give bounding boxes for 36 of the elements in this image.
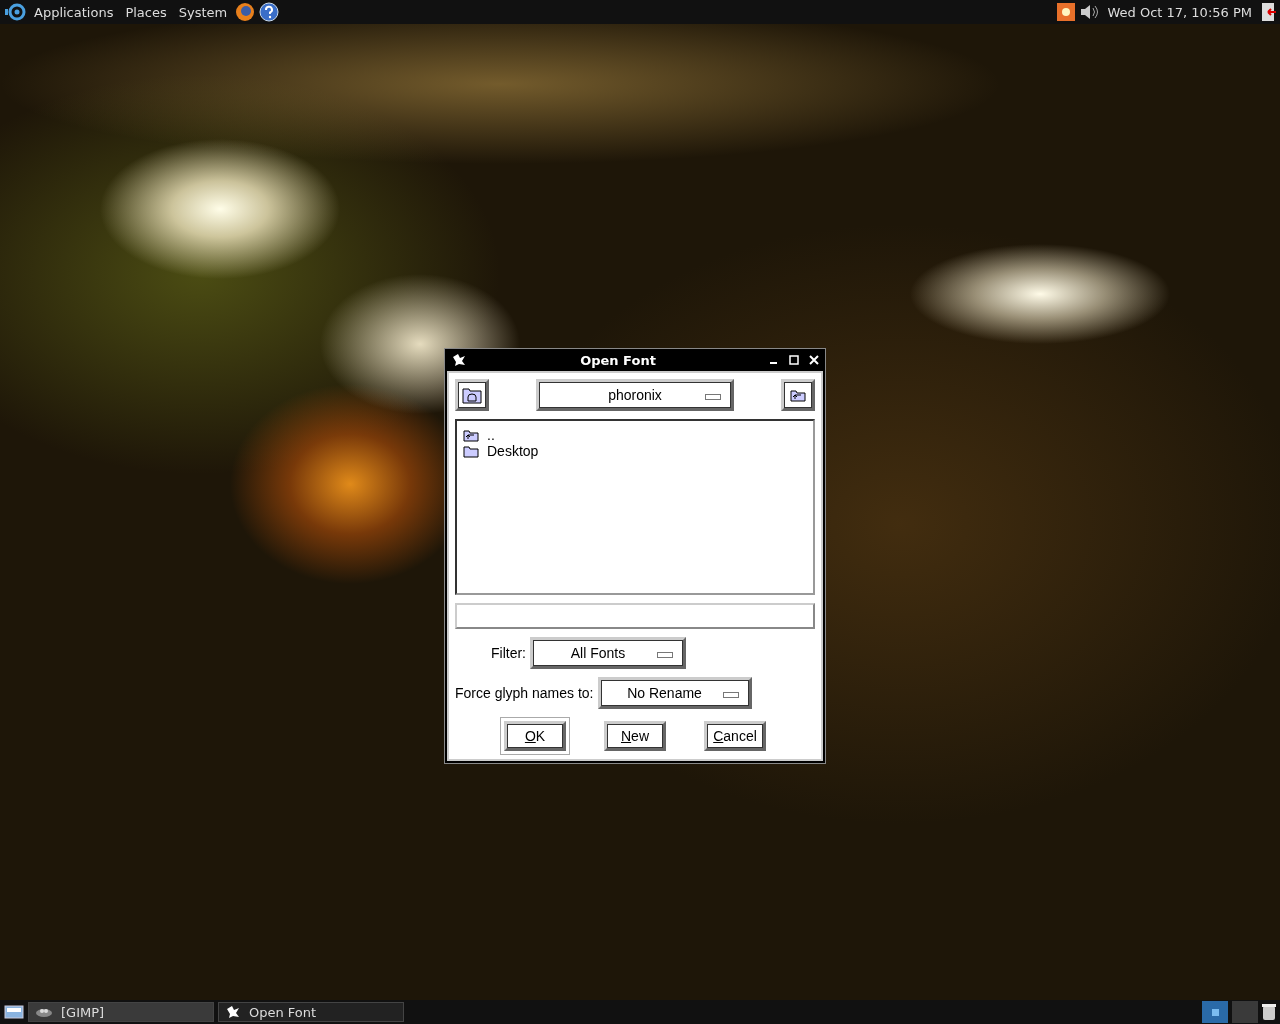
eyes-icon	[35, 1006, 53, 1018]
rename-label: Force glyph names to:	[455, 685, 594, 701]
window-title: Open Font	[579, 352, 657, 368]
filename-field[interactable]	[455, 603, 815, 629]
taskbar-button[interactable]: [GIMP]	[28, 1002, 214, 1022]
show-desktop-icon[interactable]	[4, 1004, 24, 1020]
filter-dropdown[interactable]: All Fonts	[530, 637, 686, 669]
volume-icon[interactable]	[1079, 3, 1100, 21]
workspace-switcher[interactable]	[1232, 1001, 1258, 1023]
panel-menu[interactable]: Applications	[30, 4, 118, 20]
app-icon[interactable]	[451, 353, 467, 367]
rename-dropdown[interactable]: No Rename	[597, 677, 752, 709]
panel-menu[interactable]: System	[174, 4, 232, 20]
help-icon[interactable]	[259, 2, 280, 22]
folder-icon	[463, 444, 479, 458]
home-folder-icon	[462, 386, 482, 404]
workspace-switcher[interactable]	[1202, 1001, 1228, 1023]
filter-label: Filter:	[491, 645, 526, 661]
panel-menu[interactable]: Places	[121, 4, 171, 20]
maximize-icon[interactable]	[789, 355, 799, 365]
folder-up-icon	[790, 388, 806, 402]
logout-icon[interactable]	[1260, 2, 1276, 22]
trash-icon[interactable]	[1262, 1003, 1276, 1021]
parent-folder-button[interactable]	[781, 379, 815, 411]
location-dropdown[interactable]: phoronix	[536, 379, 734, 411]
alert-icon[interactable]	[1057, 3, 1076, 21]
app-icon	[225, 1005, 241, 1019]
file-item[interactable]: ..	[487, 427, 495, 443]
home-button[interactable]	[455, 379, 489, 411]
clock[interactable]: Wed Oct 17, 10:56 PM	[1107, 4, 1252, 20]
taskbar-button[interactable]: Open Font	[218, 1002, 404, 1022]
browser-icon[interactable]	[235, 2, 256, 22]
dialog-button[interactable]: OK	[500, 717, 570, 755]
folder-up-icon	[463, 428, 479, 442]
file-item[interactable]: Desktop	[487, 443, 539, 459]
close-icon[interactable]	[809, 355, 819, 365]
